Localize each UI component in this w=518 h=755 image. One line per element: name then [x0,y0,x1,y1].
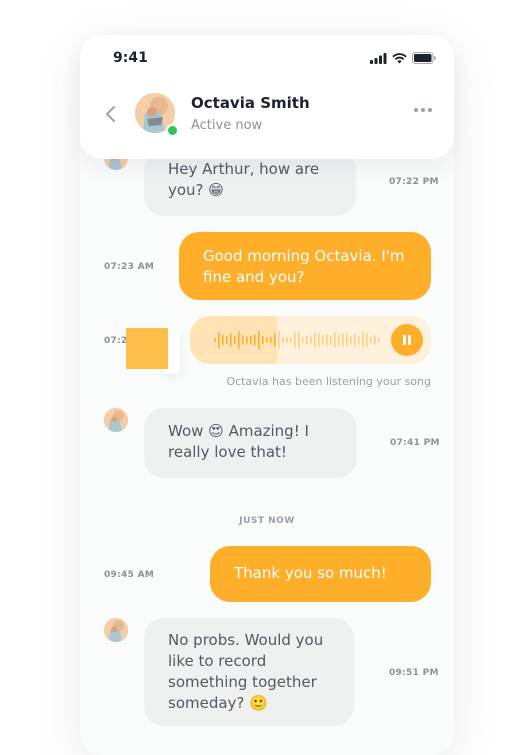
waveform-bar [338,334,340,346]
message-text: Wow 😍 Amazing! I really love that! [168,422,309,461]
message-bubble-outgoing[interactable]: Thank you so much! [210,546,431,602]
waveform-bar [358,336,360,344]
waveform-bar [214,338,216,342]
waveform-bar [362,331,364,349]
wifi-icon [392,52,407,63]
message-bubble-incoming[interactable]: Hey Arthur, how are you? 😁 [144,150,356,216]
waveform-bar [290,337,292,343]
message-timestamp: 07:23 AM [104,262,155,272]
signal-icon [370,52,387,64]
waveform-bar [294,332,296,348]
waveform-bar [370,336,372,344]
waveform-bar [282,337,284,343]
pause-button[interactable] [391,324,423,356]
status-icons [370,52,436,64]
waveform-bar [314,332,316,348]
message-bubble-outgoing[interactable]: Good morning Octavia. I'm fine and you? [179,232,431,300]
status-time: 9:41 [113,50,148,66]
waveform-bar [306,335,308,345]
waveform-bar [238,330,240,350]
message-text: No probs. Would you like to record somet… [168,631,324,712]
message-timestamp: 07:2 [104,336,128,346]
waveform-bar [322,335,324,345]
waveform-bar [298,331,300,349]
chat-header: 9:41 Octavia Smith Active now [80,35,454,159]
waveform-bar [222,334,224,346]
avatar [104,408,128,432]
message-timestamp: 09:45 AM [104,570,155,580]
waveform-bar [250,335,252,345]
listening-note: Octavia has been listening your song [226,375,431,388]
waveform-bar [330,336,332,344]
message-timestamp: 07:22 PM [389,177,439,187]
waveform-bar [378,337,380,343]
waveform-bar [342,333,344,347]
avatar [104,618,128,642]
message-bubble-incoming[interactable]: No probs. Would you like to record somet… [144,618,354,726]
message-timestamp: 07:41 PM [390,438,440,448]
contact-name[interactable]: Octavia Smith [191,94,310,112]
waveform-bar [326,333,328,347]
waveform-bar [302,337,304,343]
waveform-bar [262,335,264,345]
waveform-bar [274,332,276,348]
waveform-bar [374,334,376,346]
waveform-bar [278,330,280,350]
waveform-bar [254,334,256,346]
online-indicator [166,124,179,137]
waveform-bar [258,330,260,350]
battery-icon [412,52,436,64]
waveform-bar [246,336,248,344]
song-cover[interactable] [126,328,168,369]
waveform-bar [270,336,272,344]
waveform-bar [218,331,220,349]
date-divider: JUST NOW [239,516,295,526]
waveform-bar [354,333,356,347]
message-text: Thank you so much! [234,564,387,582]
waveform-bar [230,333,232,347]
waveform-bar [366,332,368,348]
waveform-bar [234,336,236,344]
message-timestamp: 09:51 PM [389,668,439,678]
waveform-bar [226,335,228,345]
contact-status: Active now [191,118,263,133]
waveform-bar [318,332,320,348]
waveform-bar [334,332,336,348]
waveform-bar [310,336,312,344]
message-text: Hey Arthur, how are you? 😁 [168,160,320,199]
message-text: Good morning Octavia. I'm fine and you? [203,247,405,286]
waveform-bar [242,335,244,345]
waveform-bar [346,333,348,347]
waveform-bar [286,336,288,344]
back-chevron-icon[interactable] [102,103,120,125]
waveform-bar [266,337,268,343]
more-options-icon[interactable] [414,108,432,112]
message-bubble-incoming[interactable]: Wow 😍 Amazing! I really love that! [144,408,357,478]
waveform-bar [350,336,352,344]
